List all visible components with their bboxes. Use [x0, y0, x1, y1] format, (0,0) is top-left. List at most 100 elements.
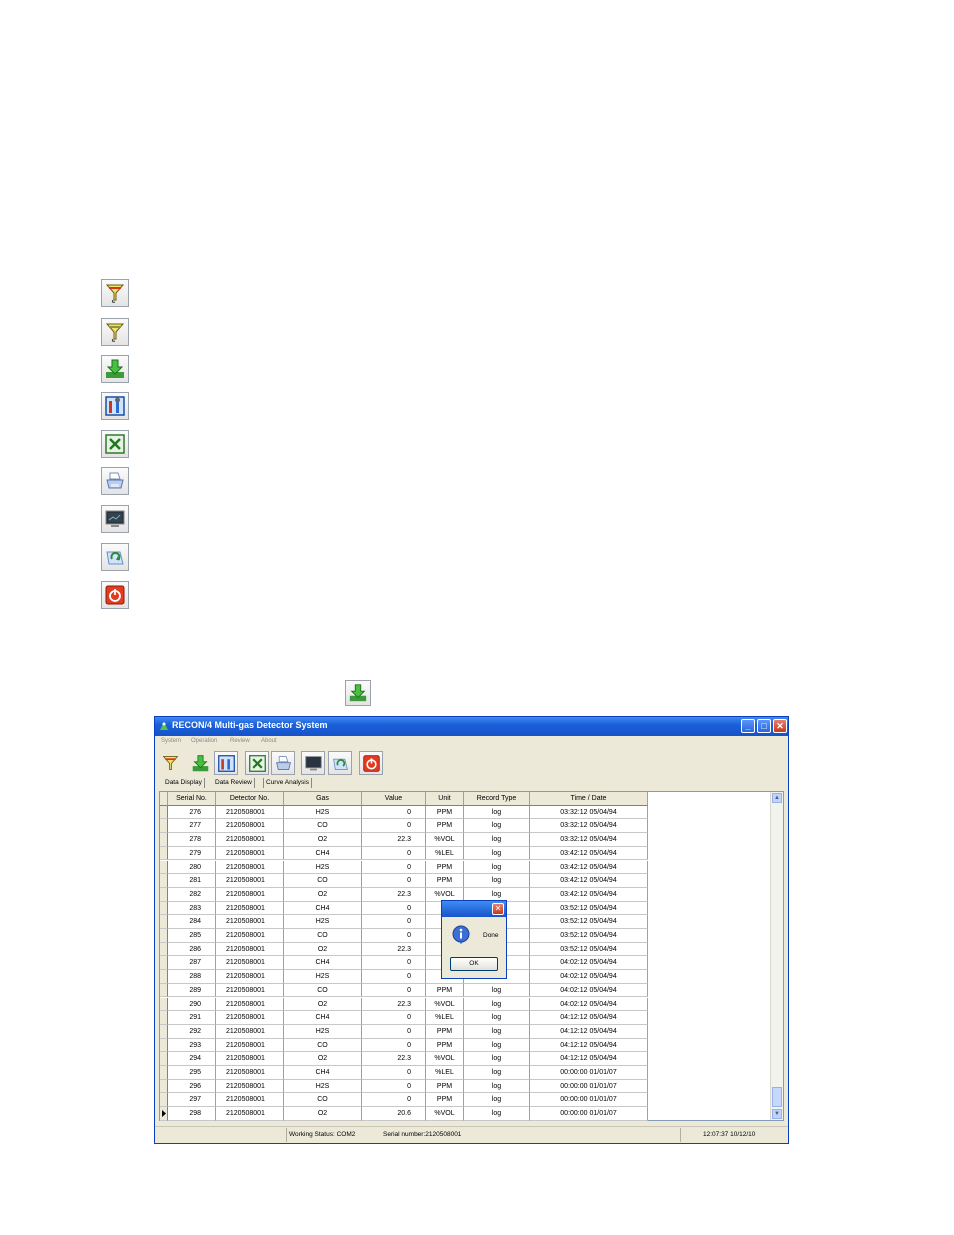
- row-indicator[interactable]: [160, 833, 168, 847]
- table-cell[interactable]: 2120508001: [216, 874, 284, 888]
- table-cell[interactable]: PPM: [426, 1024, 464, 1039]
- row-indicator[interactable]: [160, 1079, 168, 1094]
- table-cell[interactable]: CO: [284, 983, 362, 998]
- row-indicator[interactable]: [160, 915, 168, 929]
- table-cell[interactable]: 2120508001: [216, 1107, 284, 1121]
- table-cell[interactable]: CH4: [284, 901, 362, 916]
- col-unit[interactable]: Unit: [426, 792, 464, 806]
- table-cell[interactable]: 284: [168, 915, 216, 929]
- table-cell[interactable]: 03:42:12 05/04/94: [530, 874, 648, 888]
- dialog-close-button[interactable]: ✕: [492, 903, 504, 915]
- table-cell[interactable]: 291: [168, 1011, 216, 1025]
- table-cell[interactable]: log: [464, 1024, 530, 1039]
- col-detector-no[interactable]: Detector No.: [216, 792, 284, 806]
- table-cell[interactable]: PPM: [426, 1079, 464, 1094]
- table-cell[interactable]: 03:32:12 05/04/94: [530, 819, 648, 834]
- row-indicator[interactable]: [160, 942, 168, 957]
- table-cell[interactable]: 289: [168, 983, 216, 998]
- table-cell[interactable]: log: [464, 983, 530, 998]
- table-cell[interactable]: 03:52:12 05/04/94: [530, 929, 648, 943]
- table-cell[interactable]: log: [464, 819, 530, 834]
- row-indicator[interactable]: [160, 874, 168, 888]
- table-cell[interactable]: CO: [284, 874, 362, 888]
- table-cell[interactable]: 296: [168, 1079, 216, 1094]
- table-cell[interactable]: 281: [168, 874, 216, 888]
- menu-review[interactable]: Review: [230, 738, 250, 744]
- table-cell[interactable]: log: [464, 1079, 530, 1094]
- table-cell[interactable]: 22.3: [362, 887, 426, 902]
- table-cell[interactable]: CO: [284, 929, 362, 943]
- table-cell[interactable]: %LEL: [426, 1066, 464, 1080]
- scroll-thumb[interactable]: [772, 1087, 782, 1107]
- table-cell[interactable]: 2120508001: [216, 997, 284, 1012]
- table-cell[interactable]: log: [464, 1066, 530, 1080]
- table-cell[interactable]: O2: [284, 942, 362, 957]
- table-cell[interactable]: 04:02:12 05/04/94: [530, 997, 648, 1012]
- row-indicator[interactable]: [160, 1066, 168, 1080]
- col-time-date[interactable]: Time / Date: [530, 792, 648, 806]
- table-cell[interactable]: 04:12:12 05/04/94: [530, 1052, 648, 1066]
- row-indicator[interactable]: [160, 1107, 168, 1121]
- table-cell[interactable]: 00:00:00 01/01/07: [530, 1079, 648, 1094]
- table-cell[interactable]: PPM: [426, 1038, 464, 1053]
- toolbar-excel-button[interactable]: [245, 751, 269, 775]
- table-cell[interactable]: %VOL: [426, 997, 464, 1012]
- dialog-title-bar[interactable]: ✕: [442, 901, 506, 917]
- table-cell[interactable]: 2120508001: [216, 1093, 284, 1108]
- col-gas[interactable]: Gas: [284, 792, 362, 806]
- table-cell[interactable]: 00:00:00 01/01/07: [530, 1093, 648, 1108]
- table-cell[interactable]: H2S: [284, 970, 362, 984]
- row-indicator[interactable]: [160, 970, 168, 984]
- table-cell[interactable]: 280: [168, 860, 216, 875]
- table-cell[interactable]: 04:12:12 05/04/94: [530, 1011, 648, 1025]
- col-serial-no[interactable]: Serial No.: [168, 792, 216, 806]
- table-cell[interactable]: 2120508001: [216, 1024, 284, 1039]
- table-cell[interactable]: 04:12:12 05/04/94: [530, 1038, 648, 1053]
- table-cell[interactable]: 03:42:12 05/04/94: [530, 887, 648, 902]
- table-cell[interactable]: log: [464, 860, 530, 875]
- row-indicator[interactable]: [160, 1052, 168, 1066]
- table-cell[interactable]: 2120508001: [216, 833, 284, 847]
- table-cell[interactable]: 0: [362, 846, 426, 861]
- table-cell[interactable]: 0: [362, 1011, 426, 1025]
- table-cell[interactable]: 286: [168, 942, 216, 957]
- tab-data-display[interactable]: Data Display: [163, 778, 205, 788]
- table-cell[interactable]: 0: [362, 805, 426, 820]
- table-cell[interactable]: 04:12:12 05/04/94: [530, 1024, 648, 1039]
- table-cell[interactable]: 2120508001: [216, 901, 284, 916]
- table-cell[interactable]: 292: [168, 1024, 216, 1039]
- table-cell[interactable]: PPM: [426, 874, 464, 888]
- table-cell[interactable]: CH4: [284, 1066, 362, 1080]
- table-cell[interactable]: %VOL: [426, 1052, 464, 1066]
- menu-operation[interactable]: Operation: [191, 738, 217, 744]
- col-record-type[interactable]: Record Type: [464, 792, 530, 806]
- row-indicator[interactable]: [160, 887, 168, 902]
- table-cell[interactable]: 0: [362, 1038, 426, 1053]
- col-value[interactable]: Value: [362, 792, 426, 806]
- table-cell[interactable]: O2: [284, 887, 362, 902]
- toolbar-exit-button[interactable]: [359, 751, 383, 775]
- title-bar[interactable]: RECON/4 Multi-gas Detector System _ □ ✕: [155, 717, 788, 736]
- table-cell[interactable]: 2120508001: [216, 1066, 284, 1080]
- table-cell[interactable]: 2120508001: [216, 846, 284, 861]
- maximize-button[interactable]: □: [757, 719, 771, 733]
- table-cell[interactable]: 282: [168, 887, 216, 902]
- table-cell[interactable]: 2120508001: [216, 887, 284, 902]
- table-cell[interactable]: log: [464, 1038, 530, 1053]
- table-cell[interactable]: 0: [362, 929, 426, 943]
- table-cell[interactable]: 0: [362, 860, 426, 875]
- table-cell[interactable]: 0: [362, 915, 426, 929]
- row-indicator[interactable]: [160, 805, 168, 820]
- tab-data-review[interactable]: Data Review: [213, 778, 255, 788]
- table-cell[interactable]: 283: [168, 901, 216, 916]
- table-cell[interactable]: 2120508001: [216, 805, 284, 820]
- table-cell[interactable]: 22.3: [362, 833, 426, 847]
- table-cell[interactable]: O2: [284, 1052, 362, 1066]
- table-cell[interactable]: 277: [168, 819, 216, 834]
- table-cell[interactable]: PPM: [426, 819, 464, 834]
- table-cell[interactable]: log: [464, 833, 530, 847]
- row-indicator[interactable]: [160, 997, 168, 1012]
- table-cell[interactable]: 294: [168, 1052, 216, 1066]
- toolbar-download-button[interactable]: [188, 751, 212, 775]
- row-indicator[interactable]: [160, 1011, 168, 1025]
